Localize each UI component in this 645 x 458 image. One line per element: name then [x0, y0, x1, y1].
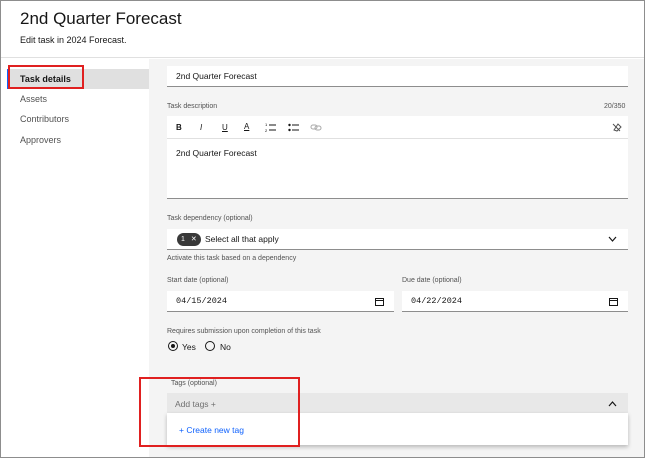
sidebar-item-contributors[interactable]: Contributors — [7, 109, 149, 129]
sidebar-item-assets[interactable]: Assets — [7, 89, 149, 109]
dependency-count-badge[interactable]: 1 ✕ — [177, 233, 201, 246]
rich-text-toolbar: B I U A 12 — [167, 116, 628, 139]
italic-button[interactable]: I — [200, 123, 202, 132]
dependency-label: Task dependency (optional) — [167, 215, 253, 222]
bold-button[interactable]: B — [176, 123, 182, 132]
no-label: No — [220, 342, 231, 352]
svg-text:2: 2 — [265, 128, 268, 133]
calendar-icon[interactable] — [375, 297, 384, 306]
link-icon[interactable] — [310, 122, 322, 133]
clear-format-icon[interactable] — [611, 122, 623, 133]
due-date-input[interactable]: 04/22/2024 — [402, 291, 628, 312]
dependency-placeholder: Select all that apply — [205, 234, 279, 244]
no-radio[interactable] — [205, 341, 215, 351]
description-counter: 20/350 — [604, 103, 626, 110]
yes-label: Yes — [182, 342, 196, 352]
description-editor[interactable]: 2nd Quarter Forecast — [167, 139, 628, 199]
task-editor-window: 2nd Quarter Forecast Edit task in 2024 F… — [0, 0, 645, 458]
text-color-button[interactable]: A — [244, 122, 249, 131]
sidebar-item-approvers[interactable]: Approvers — [7, 130, 149, 150]
dependency-select[interactable]: 1 ✕ Select all that apply — [167, 229, 628, 250]
highlight-box-task-details — [8, 65, 84, 89]
submission-label: Requires submission upon completion of t… — [167, 328, 321, 335]
clear-selection-icon[interactable]: ✕ — [191, 236, 197, 243]
task-name-input[interactable]: 2nd Quarter Forecast — [167, 66, 628, 87]
numbered-list-icon[interactable]: 12 — [265, 122, 277, 133]
description-label: Task description — [167, 103, 218, 110]
chevron-up-icon[interactable] — [608, 400, 617, 407]
due-date-label: Due date (optional) — [402, 277, 462, 284]
dependency-helper-text: Activate this task based on a dependency — [167, 255, 297, 262]
page-header: 2nd Quarter Forecast Edit task in 2024 F… — [1, 1, 644, 58]
yes-radio[interactable] — [168, 341, 178, 351]
start-date-input[interactable]: 04/15/2024 — [167, 291, 394, 312]
bulleted-list-icon[interactable] — [288, 122, 300, 133]
chevron-down-icon[interactable] — [608, 236, 617, 243]
page-subtitle: Edit task in 2024 Forecast. — [20, 35, 127, 45]
highlight-box-tags — [139, 377, 300, 447]
start-date-label: Start date (optional) — [167, 277, 229, 284]
svg-text:1: 1 — [265, 122, 268, 127]
underline-button[interactable]: U — [222, 123, 228, 132]
sidebar-nav: Task details Assets Contributors Approve… — [1, 59, 149, 457]
page-title: 2nd Quarter Forecast — [20, 9, 182, 28]
calendar-icon[interactable] — [609, 297, 618, 306]
